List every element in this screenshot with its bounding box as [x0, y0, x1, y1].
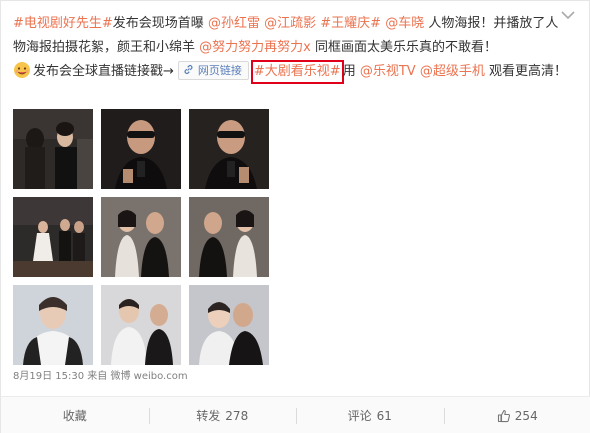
- favorite-label: 收藏: [62, 409, 87, 423]
- photo-cast-portrait-1[interactable]: [101, 197, 181, 277]
- comment-count: 61: [376, 408, 392, 423]
- like-count: 254: [514, 408, 538, 423]
- post-meta: 8月19日 15:30 来自 微博 weibo.com: [13, 370, 188, 384]
- source-prefix: 来自: [87, 371, 108, 382]
- face-emoji-icon: [13, 61, 31, 79]
- photo-cast-portrait-2[interactable]: [189, 197, 269, 277]
- live-link-intro: 发布会全球直播链接戳→: [33, 64, 174, 79]
- highlighted-hashtag[interactable]: #大剧看乐视#: [250, 60, 344, 84]
- like-button[interactable]: 254: [443, 397, 590, 433]
- repost-button[interactable]: 转发 278: [148, 397, 297, 433]
- action-bar: 收藏 转发 278 评论 61 254: [1, 396, 590, 433]
- weibo-post-card: #电视剧好先生#发布会现场首曝 @孙红雷 @江疏影 #王耀庆# @车晓 人物海报…: [0, 0, 590, 433]
- link-icon: [183, 64, 194, 75]
- text-tail: 观看更高清！: [484, 64, 567, 79]
- web-link-button[interactable]: 网页链接: [177, 61, 249, 80]
- hashtag-link[interactable]: #王耀庆#: [320, 16, 381, 31]
- mention-link[interactable]: @努力努力再努力x: [199, 40, 311, 55]
- thumbs-up-icon: [497, 409, 511, 423]
- mention-link[interactable]: @孙红雷: [208, 16, 260, 31]
- mention-super-phone[interactable]: @超级手机: [420, 64, 485, 79]
- comment-label: 评论: [347, 409, 372, 423]
- hashtag-link[interactable]: #电视剧好先生#: [13, 16, 113, 31]
- post-text: #电视剧好先生#发布会现场首曝 @孙红雷 @江疏影 #王耀庆# @车晓 人物海报…: [13, 12, 568, 84]
- photo-press-conference-1[interactable]: [13, 109, 93, 189]
- photo-sun-honglei-2[interactable]: [189, 109, 269, 189]
- photo-actors-backstage[interactable]: [101, 285, 181, 365]
- text-after-tag: 用: [342, 64, 360, 79]
- repost-count: 278: [225, 408, 249, 423]
- mention-link[interactable]: @江疏影: [264, 16, 316, 31]
- mention-letv[interactable]: @乐视TV: [360, 64, 416, 79]
- web-link-label: 网页链接: [197, 64, 242, 77]
- photo-sun-honglei-1[interactable]: [101, 109, 181, 189]
- mention-link[interactable]: @车晓: [385, 16, 424, 31]
- photo-grid: [13, 109, 273, 369]
- post-source[interactable]: 微博 weibo.com: [110, 371, 187, 382]
- post-time[interactable]: 8月19日 15:30: [13, 371, 84, 382]
- post-text-run: 同框画面太美乐乐真的不敢看！: [310, 40, 497, 55]
- favorite-button[interactable]: 收藏: [1, 397, 149, 433]
- comment-button[interactable]: 评论 61: [296, 397, 444, 433]
- photo-stage-group-1[interactable]: [13, 197, 93, 277]
- photo-actor-white-shirt[interactable]: [13, 285, 93, 365]
- repost-label: 转发: [196, 409, 221, 423]
- post-text-run: 发布会现场首曝: [112, 16, 208, 31]
- photo-actors-kiss[interactable]: [189, 285, 269, 365]
